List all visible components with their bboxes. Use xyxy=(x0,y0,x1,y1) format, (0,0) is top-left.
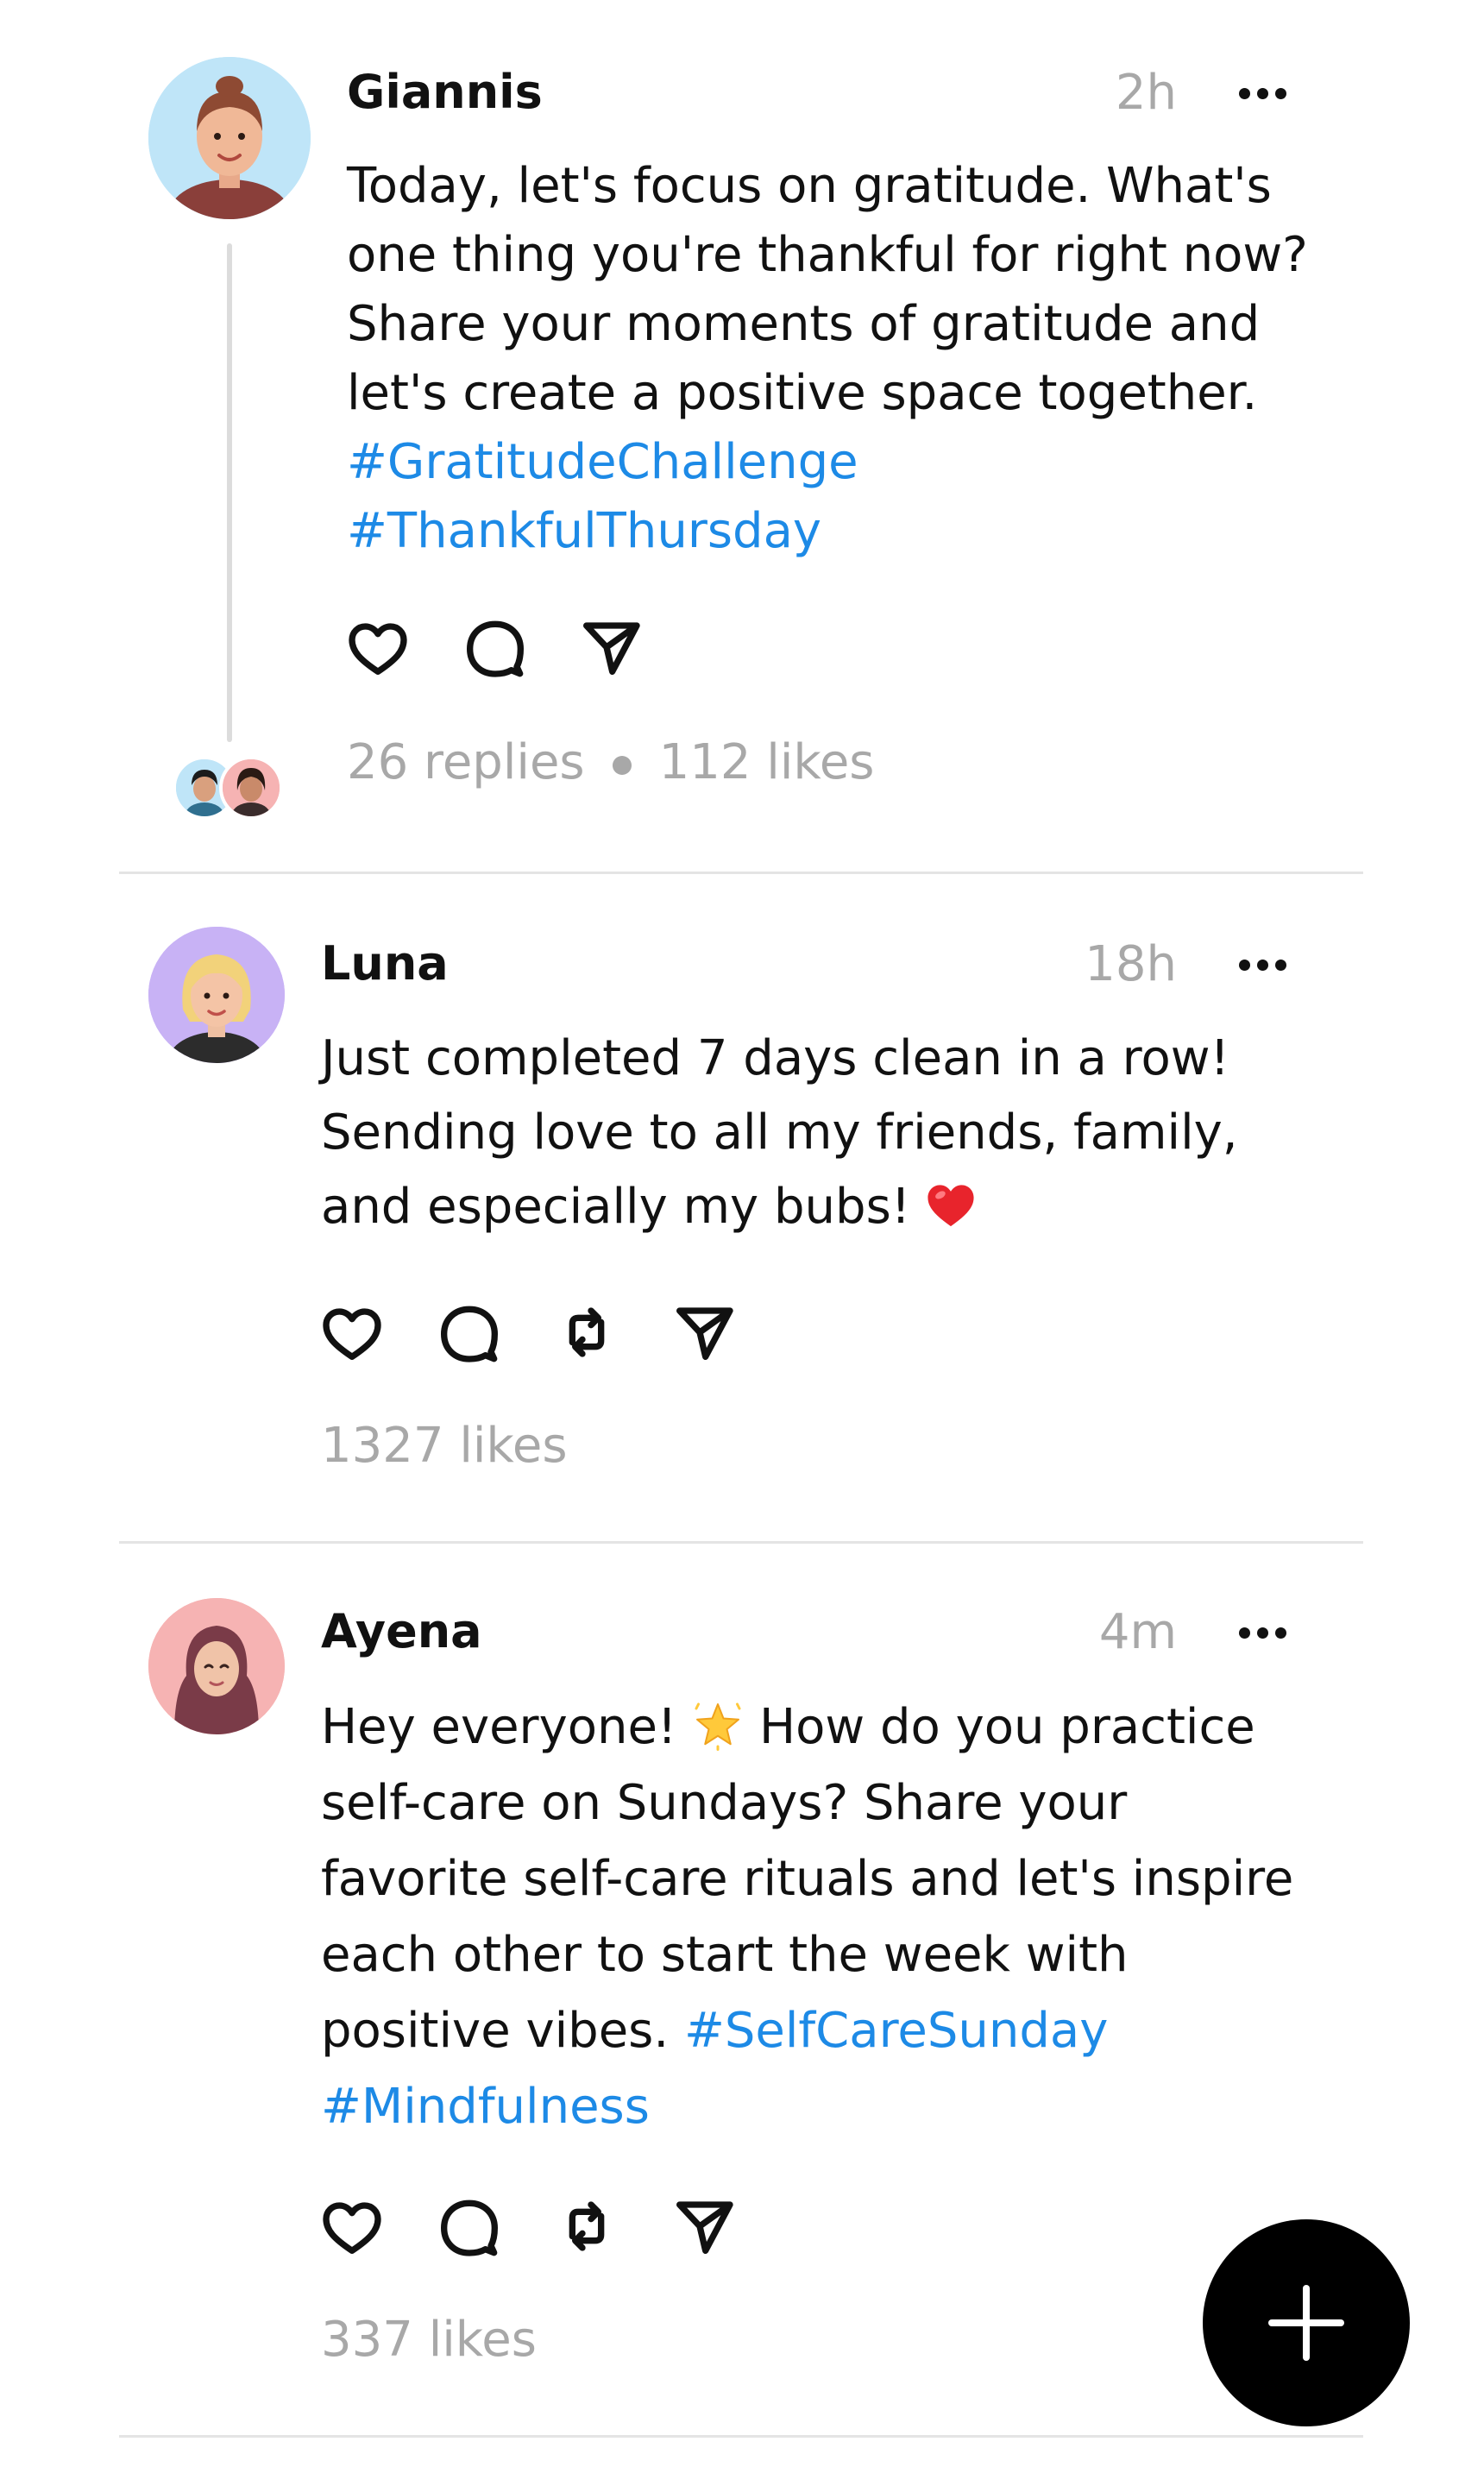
glowing-star-emoji xyxy=(695,1702,741,1751)
share-icon[interactable] xyxy=(576,613,645,682)
share-icon[interactable] xyxy=(670,1298,739,1367)
post-divider xyxy=(119,1541,1363,1544)
repost-icon[interactable] xyxy=(552,2192,621,2261)
post-actions xyxy=(318,2192,749,2264)
post-actions xyxy=(343,613,654,685)
post-text-segment: positive vibes. xyxy=(321,2003,670,2059)
like-icon[interactable] xyxy=(343,613,412,682)
post-time: 4m xyxy=(1098,1604,1177,1660)
post-body: Hey everyone! How do you practice self-c… xyxy=(321,1690,1293,2145)
reply-count[interactable]: 26 replies xyxy=(347,734,585,790)
hashtag-link[interactable]: #ThankfulThursday xyxy=(347,497,1308,566)
post-divider xyxy=(119,2435,1363,2438)
author-name[interactable]: Giannis xyxy=(347,69,543,116)
thread-line xyxy=(227,243,232,742)
more-options-icon[interactable] xyxy=(1239,1627,1287,1641)
share-icon[interactable] xyxy=(670,2192,739,2261)
post-text-line: self-care on Sundays? Share your xyxy=(321,1775,1128,1831)
post-body: Today, let's focus on gratitude. What's … xyxy=(347,152,1308,566)
avatar-blonde-woman-icon xyxy=(148,927,285,1063)
post-text-line: Share your moments of gratitude and xyxy=(347,296,1261,352)
post-text-line: and especially my bubs! xyxy=(321,1170,1238,1244)
plus-icon xyxy=(1268,2285,1344,2361)
hashtag-link[interactable]: #GratitudeChallenge xyxy=(347,428,1308,497)
post-stats: 1327 likes xyxy=(321,1422,568,1470)
avatar-hijab-woman-icon xyxy=(148,1598,285,1734)
comment-icon[interactable] xyxy=(461,613,530,682)
author-name[interactable]: Luna xyxy=(321,941,449,987)
post-stats: 337 likes xyxy=(321,2316,537,2364)
reply-avatar xyxy=(219,756,283,820)
post-text-line: Hey everyone! How do you practice xyxy=(321,1690,1293,1765)
avatar-reply-2-icon xyxy=(223,759,280,816)
more-options-icon[interactable] xyxy=(1239,960,1287,973)
more-options-icon[interactable] xyxy=(1239,88,1287,102)
separator-dot xyxy=(612,755,632,775)
post-actions xyxy=(318,1298,749,1370)
like-count[interactable]: 1327 likes xyxy=(321,1418,568,1474)
comment-icon[interactable] xyxy=(435,1298,504,1367)
author-name[interactable]: Ayena xyxy=(321,1608,482,1655)
post-body: Just completed 7 days clean in a row! Se… xyxy=(321,1022,1238,1244)
post-text-segment: How do you practice xyxy=(759,1699,1255,1755)
avatar[interactable] xyxy=(148,1598,285,1734)
like-count[interactable]: 112 likes xyxy=(659,734,875,790)
post-text-line: positive vibes. #SelfCareSunday xyxy=(321,1993,1293,2069)
like-icon[interactable] xyxy=(318,2192,387,2261)
post-text-segment: Hey everyone! xyxy=(321,1699,677,1755)
avatar-man-bun-icon xyxy=(148,57,311,219)
red-heart-emoji xyxy=(928,1185,974,1227)
comment-icon[interactable] xyxy=(435,2192,504,2261)
hashtag-link[interactable]: #SelfCareSunday xyxy=(684,2003,1108,2059)
post-text-segment: and especially my bubs! xyxy=(321,1179,911,1235)
like-count[interactable]: 337 likes xyxy=(321,2312,537,2368)
post-stats: 26 replies 112 likes xyxy=(347,739,874,787)
post-text-line: Sending love to all my friends, family, xyxy=(321,1104,1238,1161)
repost-icon[interactable] xyxy=(552,1298,621,1367)
post-time: 2h xyxy=(1115,65,1177,121)
hashtag-link[interactable]: #Mindfulness xyxy=(321,2069,1293,2145)
post-text-line: one thing you're thankful for right now? xyxy=(347,227,1308,283)
post-time: 18h xyxy=(1085,936,1177,992)
post-divider xyxy=(119,872,1363,874)
like-icon[interactable] xyxy=(318,1298,387,1367)
post-text-line: each other to start the week with xyxy=(321,1927,1129,1983)
post-text-line: Just completed 7 days clean in a row! xyxy=(321,1030,1229,1086)
post-text-line: favorite self-care rituals and let's ins… xyxy=(321,1851,1294,1907)
avatar[interactable] xyxy=(148,927,285,1063)
new-post-button[interactable] xyxy=(1203,2219,1410,2426)
post-text-line: let's create a positive space together. xyxy=(347,365,1258,421)
post-text-line: Today, let's focus on gratitude. What's xyxy=(347,158,1272,214)
avatar[interactable] xyxy=(148,57,311,219)
